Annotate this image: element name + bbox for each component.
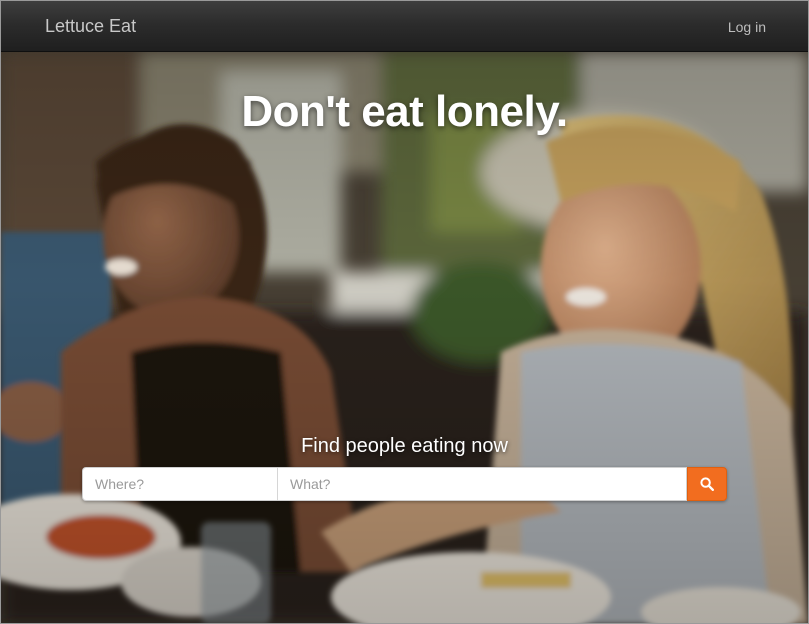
where-input[interactable] (82, 467, 278, 501)
hero-headline: Don't eat lonely. (241, 87, 568, 136)
login-link[interactable]: Log in (728, 18, 766, 36)
hero-section: Don't eat lonely. Find people eating now (1, 52, 808, 623)
hero-subheading: Find people eating now (301, 435, 508, 457)
search-button[interactable] (687, 467, 727, 501)
brand-link[interactable]: Lettuce Eat (45, 16, 136, 36)
what-input[interactable] (278, 467, 687, 501)
hero-overlay (1, 52, 808, 623)
search-form (82, 467, 727, 501)
search-icon (700, 477, 714, 491)
browser-frame: Lettuce Eat Log in Don't eat lonely. Fin… (0, 0, 809, 624)
navbar: Lettuce Eat Log in (1, 1, 808, 52)
